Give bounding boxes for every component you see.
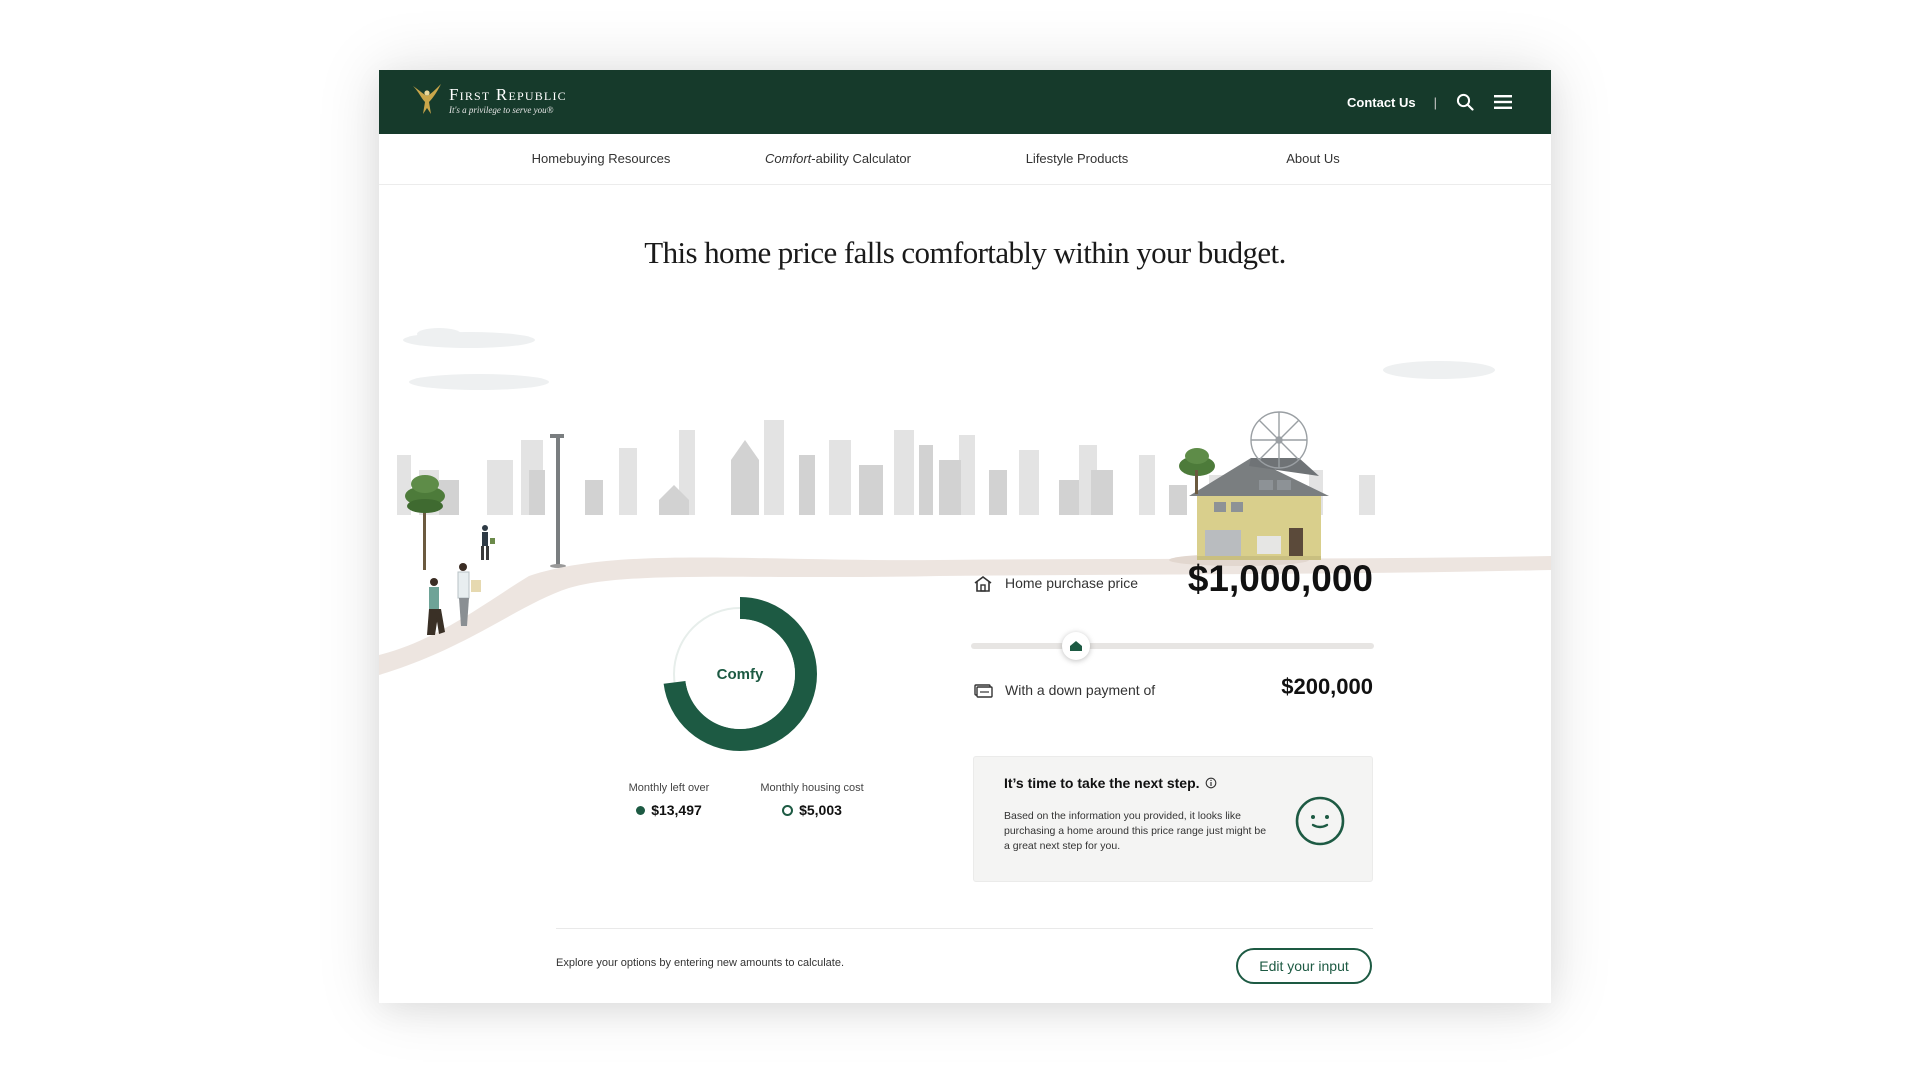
next-step-card: It’s time to take the next step. Based o… xyxy=(973,756,1373,882)
down-payment-row: With a down payment of $200,000 xyxy=(973,670,1373,710)
legend-left-over: Monthly left over $13,497 xyxy=(614,782,724,818)
tree-left xyxy=(405,475,445,570)
house-icon xyxy=(974,576,992,592)
down-payment-value: $200,000 xyxy=(1281,674,1373,699)
city-illustration xyxy=(379,328,1551,675)
ferris-wheel xyxy=(1250,411,1308,469)
legend-left-over-label: Monthly left over xyxy=(628,782,710,794)
nav-comfortability-calculator[interactable]: Comfort-ability Calculator xyxy=(765,134,911,184)
slider-track[interactable] xyxy=(971,643,1374,649)
footer-divider xyxy=(556,928,1373,929)
app-window: First Republic It's a privilege to serve… xyxy=(379,70,1551,1003)
explore-text: Explore your options by entering new amo… xyxy=(556,957,844,969)
purchase-price-row: Home purchase price $1,000,000 xyxy=(973,558,1373,608)
cloud-3 xyxy=(1383,361,1495,379)
nav-homebuying-resources[interactable]: Homebuying Resources xyxy=(532,134,671,184)
next-step-body: Based on the information you provided, i… xyxy=(1004,810,1267,852)
sub-navigation: Homebuying Resources Comfort-ability Cal… xyxy=(379,134,1551,185)
top-bar: First Republic It's a privilege to serve… xyxy=(379,70,1551,134)
housing-cost-value: $5,003 xyxy=(799,802,842,818)
next-step-title: It’s time to take the next step. xyxy=(1004,775,1200,791)
money-icon xyxy=(974,684,993,698)
nav-label-italic: Comfort xyxy=(765,151,812,166)
slider-thumb[interactable] xyxy=(1061,632,1090,660)
header-separator: | xyxy=(1433,94,1437,110)
info-icon[interactable] xyxy=(1205,777,1217,789)
smiley-face-icon xyxy=(1295,796,1345,846)
purchase-price-label: Home purchase price xyxy=(1005,575,1139,591)
legend-housing-cost: Monthly housing cost $5,003 xyxy=(747,782,877,818)
legend-housing-cost-label: Monthly housing cost xyxy=(760,782,864,794)
comfort-donut-chart: Comfy xyxy=(662,596,818,752)
nav-about-us[interactable]: About Us xyxy=(1286,134,1339,184)
filled-dot-icon xyxy=(636,805,646,815)
cloud-2 xyxy=(409,374,549,390)
nav-label-rest: -ability Calculator xyxy=(811,151,911,166)
walking-path xyxy=(379,556,1551,675)
cloud-1 xyxy=(403,328,535,348)
brand-name: First Republic xyxy=(449,84,567,104)
down-payment-label: With a down payment of xyxy=(1005,682,1156,698)
price-slider[interactable] xyxy=(971,631,1374,661)
comfort-status-label: Comfy xyxy=(716,665,764,683)
eagle-logo-icon xyxy=(413,84,441,114)
hamburger-menu-icon[interactable] xyxy=(1493,92,1513,112)
house-thumb-icon xyxy=(1069,641,1082,651)
search-icon[interactable] xyxy=(1455,92,1475,112)
hollow-dot-icon xyxy=(782,804,794,816)
brand-tagline: It's a privilege to serve you® xyxy=(449,104,554,115)
edit-input-button[interactable]: Edit your input xyxy=(1236,948,1372,984)
brand-logo[interactable]: First Republic It's a privilege to serve… xyxy=(411,82,567,118)
nav-lifestyle-products[interactable]: Lifestyle Products xyxy=(1026,134,1129,184)
purchase-price-value: $1,000,000 xyxy=(1187,558,1373,599)
left-over-value: $13,497 xyxy=(651,802,702,818)
page-headline: This home price falls comfortably within… xyxy=(644,235,1286,270)
contact-us-link[interactable]: Contact Us xyxy=(1347,95,1416,110)
lamp-post xyxy=(550,434,566,568)
